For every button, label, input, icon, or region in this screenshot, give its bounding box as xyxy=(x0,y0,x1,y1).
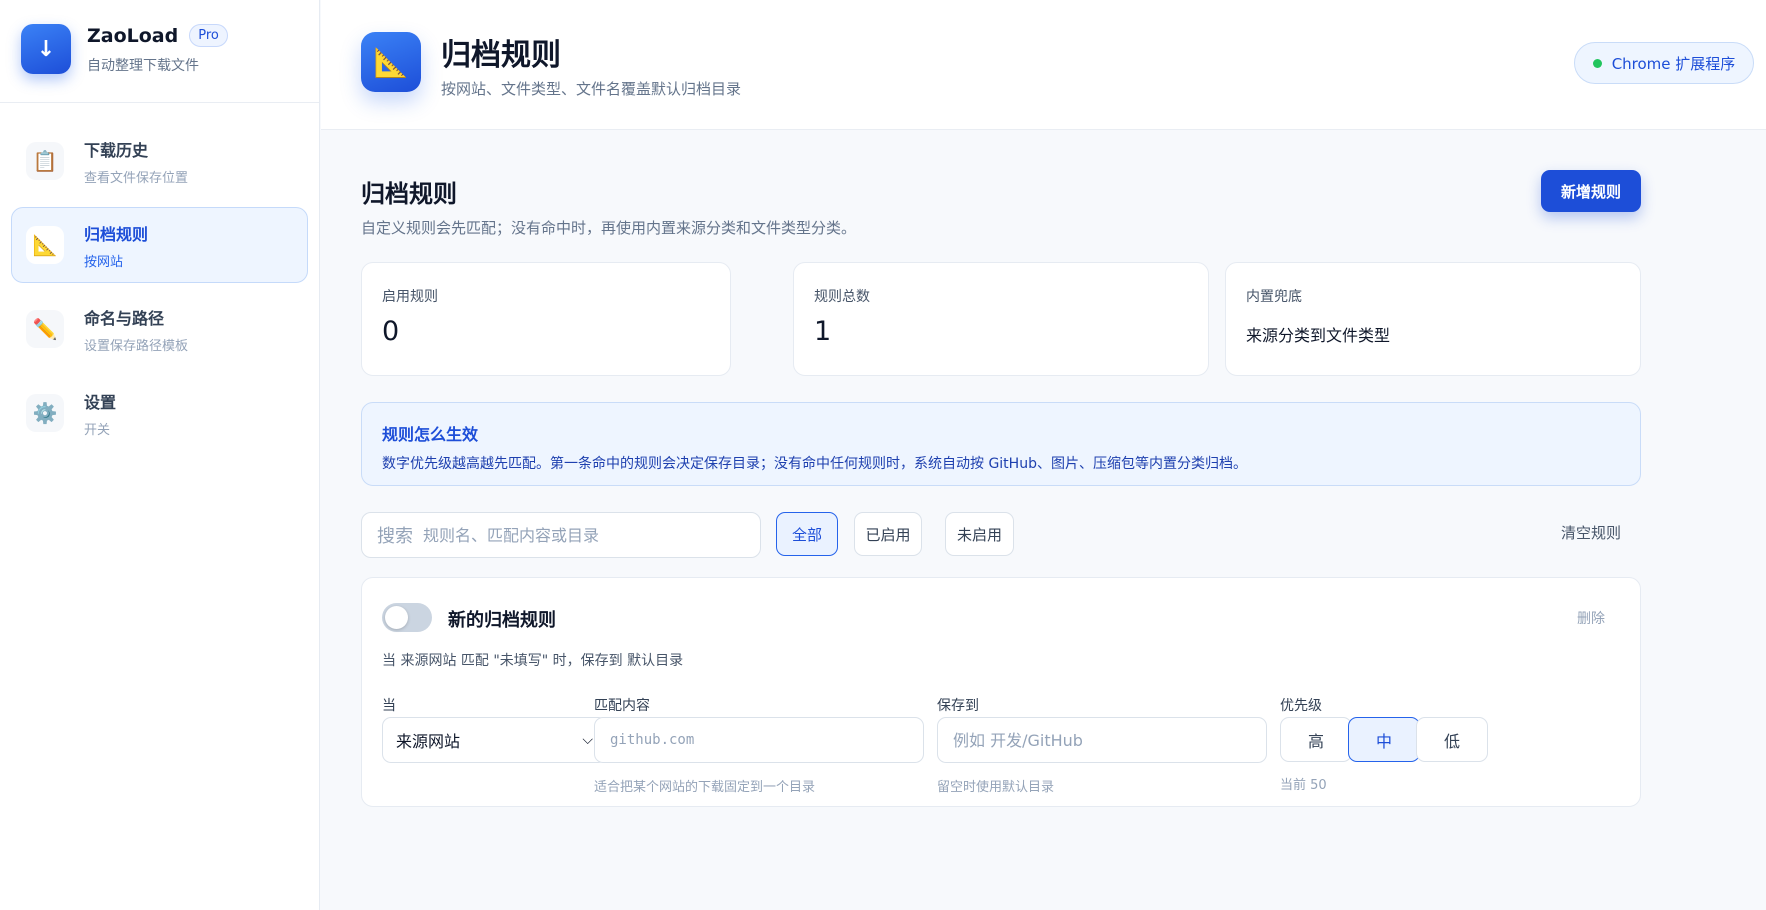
status-dot-icon xyxy=(1592,58,1602,68)
gear-icon: ⚙️ xyxy=(26,394,64,432)
stat-label: 启用规则 xyxy=(382,289,438,305)
app-tagline: 自动整理下载文件 xyxy=(87,58,199,74)
sidebar-nav: 📋 下载历史 查看文件保存位置 📐 归档规则 按网站 ✏️ 命名与路径 设置保存… xyxy=(0,103,319,479)
stat-label: 规则总数 xyxy=(814,289,870,305)
stat-total-rules: 规则总数 1 xyxy=(793,262,1209,376)
clipboard-icon: 📋 xyxy=(26,142,64,180)
sidebar-item-subtitle: 设置保存路径模板 xyxy=(84,338,189,354)
match-label: 匹配内容 xyxy=(594,698,650,714)
info-text: 数字优先级越高越先匹配。第一条命中的规则会决定保存目录；没有命中任何规则时，系统… xyxy=(382,456,1247,472)
sidebar-item-archive-rules[interactable]: 📐 归档规则 按网站 xyxy=(11,207,308,283)
page-subtitle: 按网站、文件类型、文件名覆盖默认归档目录 xyxy=(441,80,742,98)
section-description: 自定义规则会先匹配；没有命中时，再使用内置来源分类和文件类型分类。 xyxy=(361,219,857,237)
chevron-down-icon: ⌵ xyxy=(582,732,593,748)
sidebar-item-download-history[interactable]: 📋 下载历史 查看文件保存位置 xyxy=(11,123,308,199)
extension-label: Chrome 扩展程序 xyxy=(1611,54,1736,73)
when-select-value: 来源网站 xyxy=(396,732,461,751)
download-arrow-icon: ↓ xyxy=(21,24,71,74)
sidebar-item-title: 下载历史 xyxy=(84,140,149,160)
stat-enabled-rules: 启用规则 0 xyxy=(361,262,731,376)
search-label: 搜索 xyxy=(377,526,413,547)
rule-summary: 当 来源网站 匹配 "未填写" 时，保存到 默认目录 xyxy=(382,653,684,669)
section-title: 归档规则 xyxy=(361,180,457,208)
stat-builtin-fallback: 内置兜底 来源分类到文件类型 xyxy=(1225,262,1641,376)
sidebar-item-title: 命名与路径 xyxy=(84,308,165,328)
sidebar-item-title: 设置 xyxy=(84,392,117,412)
app-name: ZaoLoad xyxy=(87,24,179,47)
pro-badge: Pro xyxy=(189,24,228,47)
filter-enabled-button[interactable]: 已启用 xyxy=(854,512,922,556)
save-to-input[interactable] xyxy=(937,717,1267,763)
sidebar-item-settings[interactable]: ⚙️ 设置 开关 xyxy=(11,375,308,451)
match-hint: 适合把某个网站的下载固定到一个目录 xyxy=(594,780,816,795)
priority-medium-button[interactable]: 中 xyxy=(1348,717,1420,762)
pencil-icon: ✏️ xyxy=(26,310,64,348)
triangle-ruler-icon: 📐 xyxy=(361,32,421,92)
when-label: 当 xyxy=(382,698,396,714)
sidebar-item-title: 归档规则 xyxy=(84,224,149,244)
sidebar-item-subtitle: 查看文件保存位置 xyxy=(84,170,189,186)
priority-current: 当前 50 xyxy=(1280,778,1327,793)
search-box: 搜索 xyxy=(361,512,761,558)
rule-name: 新的归档规则 xyxy=(448,610,556,631)
info-title: 规则怎么生效 xyxy=(382,425,479,444)
when-select[interactable]: 来源网站 ⌵ xyxy=(382,717,607,763)
clear-rules-button[interactable]: 清空规则 xyxy=(1561,522,1621,543)
match-input[interactable] xyxy=(594,717,924,763)
sidebar-item-naming-path[interactable]: ✏️ 命名与路径 设置保存路径模板 xyxy=(11,291,308,367)
search-input[interactable] xyxy=(423,525,760,545)
stat-label: 内置兜底 xyxy=(1246,289,1302,305)
rule-info-box: 规则怎么生效 数字优先级越高越先匹配。第一条命中的规则会决定保存目录；没有命中任… xyxy=(361,402,1641,486)
rule-enabled-toggle[interactable] xyxy=(382,603,432,632)
save-to-hint: 留空时使用默认目录 xyxy=(937,780,1055,795)
priority-high-button[interactable]: 高 xyxy=(1280,717,1352,762)
chrome-extension-badge[interactable]: Chrome 扩展程序 xyxy=(1574,42,1754,84)
priority-label: 优先级 xyxy=(1280,698,1322,714)
toggle-knob xyxy=(385,606,408,629)
page-header: 📐 归档规则 按网站、文件类型、文件名覆盖默认归档目录 Chrome 扩展程序 xyxy=(321,0,1766,130)
sidebar-item-subtitle: 按网站 xyxy=(84,254,124,270)
brand-header: ↓ ZaoLoad Pro 自动整理下载文件 xyxy=(0,0,319,103)
rule-card: 新的归档规则 删除 当 来源网站 匹配 "未填写" 时，保存到 默认目录 当 来… xyxy=(361,577,1641,807)
add-rule-button[interactable]: 新增规则 xyxy=(1541,170,1641,212)
filter-all-button[interactable]: 全部 xyxy=(776,512,838,556)
priority-low-button[interactable]: 低 xyxy=(1416,717,1488,762)
stat-value: 0 xyxy=(382,316,400,347)
delete-rule-button[interactable]: 删除 xyxy=(1577,608,1605,628)
sidebar: ↓ ZaoLoad Pro 自动整理下载文件 📋 下载历史 查看文件保存位置 📐… xyxy=(0,0,320,910)
page-title: 归档规则 xyxy=(441,38,561,73)
stat-value: 来源分类到文件类型 xyxy=(1246,326,1391,345)
save-to-label: 保存到 xyxy=(937,698,979,714)
stat-value: 1 xyxy=(814,316,832,347)
triangle-ruler-icon: 📐 xyxy=(26,226,64,264)
filter-disabled-button[interactable]: 未启用 xyxy=(945,512,1014,556)
sidebar-item-subtitle: 开关 xyxy=(84,422,111,438)
